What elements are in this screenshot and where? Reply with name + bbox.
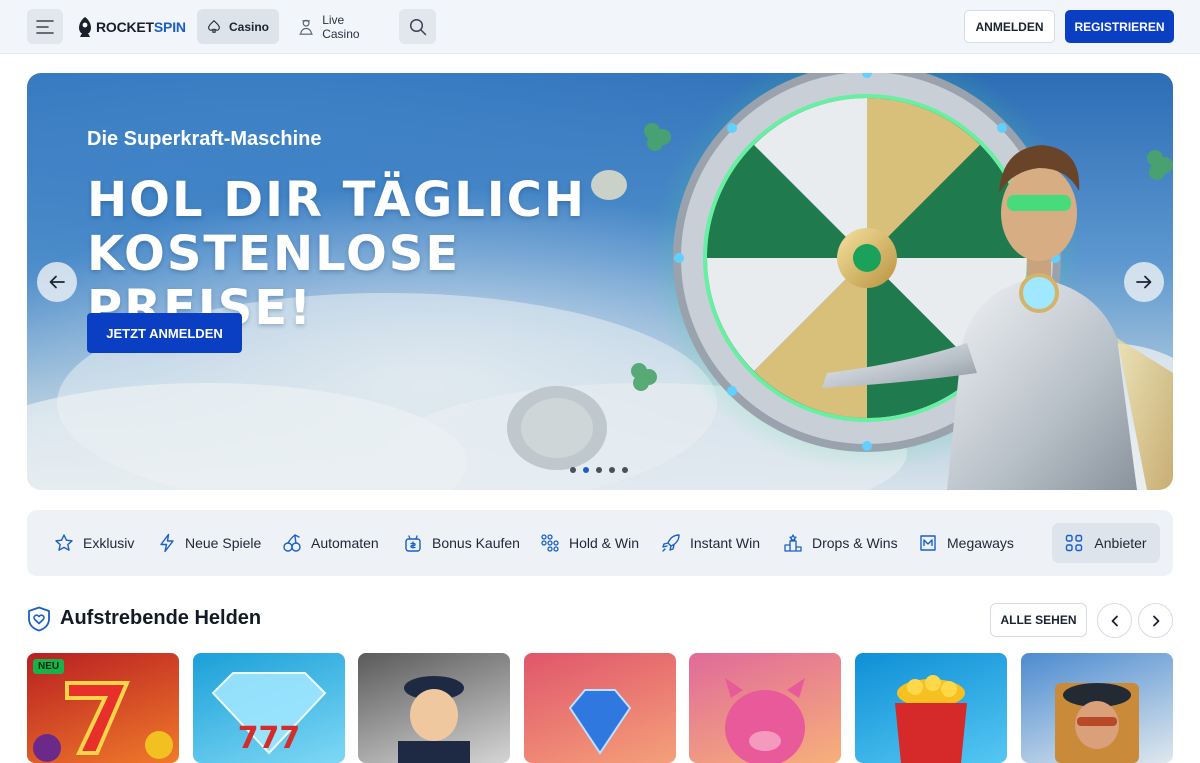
hero-signup-button[interactable]: JETZT ANMELDEN	[87, 313, 242, 353]
login-button[interactable]: ANMELDEN	[964, 10, 1055, 43]
search-icon	[409, 18, 426, 35]
nav-casino[interactable]: Casino	[197, 9, 279, 44]
category-label: Megaways	[947, 535, 1014, 551]
category-instant-win[interactable]: Instant Win	[661, 510, 760, 576]
sailor-artwork	[398, 676, 470, 763]
hero-title-line-1: HOL DIR TÄGLICH	[87, 172, 587, 228]
category-drops-wins[interactable]: Drops & Wins	[783, 510, 898, 576]
game-tile[interactable]	[524, 653, 676, 763]
category-automaten[interactable]: Automaten	[282, 510, 379, 576]
category-label: Hold & Win	[569, 535, 640, 551]
hero-next-button[interactable]	[1124, 262, 1164, 302]
providers-button[interactable]: Anbieter	[1052, 523, 1160, 563]
game-tile[interactable]	[689, 653, 841, 763]
hero-dot-active[interactable]	[583, 467, 589, 473]
pink-pig-artwork	[725, 678, 805, 763]
game-tile[interactable]	[358, 653, 510, 763]
new-badge: NEU	[33, 659, 65, 674]
game-tile[interactable]: 777	[193, 653, 345, 763]
gift-bag-icon	[405, 535, 421, 552]
search-button[interactable]	[399, 9, 436, 44]
category-hold-win[interactable]: Hold & Win	[540, 510, 639, 576]
diamond-sevens-artwork: 777	[211, 672, 327, 756]
game-tile[interactable]: NEU	[27, 653, 179, 763]
hero-dot[interactable]	[609, 467, 615, 473]
lightning-icon	[160, 533, 174, 553]
rocketspin-logo[interactable]: ROCKETSPIN	[77, 15, 186, 39]
category-label: Bonus Kaufen	[432, 535, 520, 551]
game-tile[interactable]	[855, 653, 1007, 763]
nav-live-casino-label: Live Casino	[322, 12, 360, 41]
category-bonus-kaufen[interactable]: Bonus Kaufen	[403, 510, 520, 576]
nav-casino-label: Casino	[228, 19, 269, 34]
croupier-icon	[299, 19, 313, 35]
game-tile[interactable]	[1021, 653, 1173, 763]
category-label: Automaten	[311, 535, 379, 551]
logo-text-accent: SPIN	[153, 19, 186, 35]
category-bar: Exklusiv Neue Spiele Automaten Bonus Kau…	[27, 510, 1173, 576]
pilot-hero-artwork	[1055, 683, 1139, 763]
arrow-left-icon	[49, 275, 65, 289]
star-icon	[55, 534, 73, 551]
rocket-logo-icon	[79, 17, 91, 37]
hero-dot[interactable]	[570, 467, 576, 473]
carousel-next-button[interactable]	[1138, 603, 1173, 638]
menu-button[interactable]	[27, 9, 63, 44]
hero-subtitle: Die Superkraft-Maschine	[87, 128, 322, 150]
carousel-prev-button[interactable]	[1097, 603, 1132, 638]
gold-pot-artwork	[895, 675, 967, 763]
spade-icon	[208, 20, 220, 33]
chevron-left-icon	[1111, 615, 1118, 626]
heart-shield-icon	[28, 606, 50, 632]
category-label: Drops & Wins	[812, 535, 898, 551]
svg-text:777: 777	[238, 721, 301, 756]
category-label: Instant Win	[690, 535, 761, 551]
cherries-icon	[283, 534, 301, 552]
crystal-gem-artwork	[568, 689, 632, 755]
category-neue-spiele[interactable]: Neue Spiele	[158, 510, 261, 576]
rocket-icon	[662, 534, 680, 552]
grid-icon	[1066, 534, 1083, 552]
nav-live-casino[interactable]: Live Casino	[290, 9, 390, 44]
see-all-button[interactable]: ALLE SEHEN	[990, 603, 1087, 637]
megaways-icon	[920, 535, 936, 551]
hero-banner[interactable]: Die Superkraft-Maschine HOL DIR TÄGLICH …	[27, 73, 1173, 490]
hero-dot[interactable]	[596, 467, 602, 473]
arrow-right-icon	[1136, 275, 1152, 289]
providers-label: Anbieter	[1094, 535, 1147, 551]
grid-dots-icon	[541, 534, 559, 552]
top-header: ROCKETSPIN Casino Live Casino ANMELDEN R…	[0, 0, 1200, 54]
logo-text-primary: ROCKET	[96, 19, 154, 35]
register-button[interactable]: REGISTRIEREN	[1065, 10, 1174, 43]
hero-pagination	[570, 467, 628, 473]
category-megaways[interactable]: Megaways	[918, 510, 1014, 576]
category-label: Neue Spiele	[185, 535, 262, 551]
hamburger-icon	[36, 19, 54, 34]
chevron-right-icon	[1152, 615, 1159, 626]
hero-prev-button[interactable]	[37, 262, 77, 302]
category-exklusiv[interactable]: Exklusiv	[54, 510, 134, 576]
category-label: Exklusiv	[83, 535, 135, 551]
section-title: Aufstrebende Helden	[60, 607, 262, 629]
podium-icon	[784, 534, 802, 552]
hero-title: HOL DIR TÄGLICH KOSTENLOSE PREISE!	[87, 173, 687, 335]
hero-dot[interactable]	[622, 467, 628, 473]
